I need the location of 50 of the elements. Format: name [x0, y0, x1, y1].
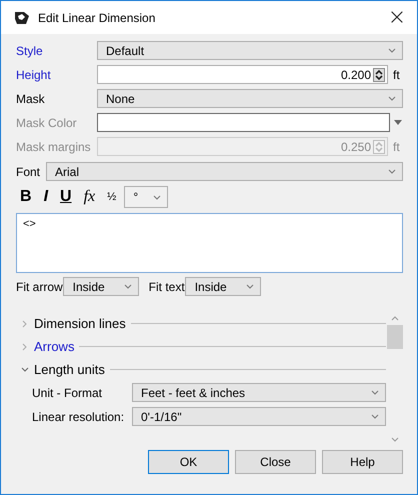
field-label: Font: [16, 164, 40, 178]
section-header[interactable]: Arrows: [34, 339, 74, 354]
caret-icon: [388, 96, 396, 101]
dropdown[interactable]: 0'-1/16": [132, 407, 386, 426]
unit-label: ft: [393, 68, 401, 82]
fraction-button[interactable]: ½: [103, 186, 120, 208]
font-dropdown[interactable]: Arial: [46, 162, 403, 181]
caret-icon: [124, 284, 132, 289]
field-label: Mask: [16, 92, 46, 106]
scroll-down-icon[interactable]: [390, 437, 398, 442]
function-button[interactable]: fx: [80, 186, 100, 208]
field-label: Linear resolution:: [32, 410, 126, 424]
close-button[interactable]: ×: [377, 1, 417, 34]
caret-icon: [246, 284, 254, 289]
section-header[interactable]: Dimension lines: [34, 316, 126, 331]
bold-button[interactable]: B: [16, 186, 36, 208]
dialog-button[interactable]: OK: [148, 450, 229, 474]
italic-button[interactable]: I: [40, 186, 52, 208]
unit-label: ft: [393, 140, 401, 154]
caret-icon: [388, 169, 396, 174]
field-label: Fit text: [148, 280, 185, 294]
field-label: Unit - Format: [32, 386, 104, 400]
chevron-icon[interactable]: [21, 366, 29, 374]
field-label: Mask margins: [16, 140, 92, 154]
field-label: Style: [16, 44, 44, 58]
spinner-icon[interactable]: [373, 68, 385, 82]
field-label: Fit arrow: [16, 280, 63, 294]
dropdown[interactable]: Inside: [184, 277, 261, 296]
caret-icon: [371, 414, 379, 419]
symbol-dropdown[interactable]: °: [124, 186, 168, 208]
app-icon: [14, 10, 30, 26]
dialog-button[interactable]: Close: [235, 450, 316, 474]
text-area[interactable]: <>: [16, 213, 403, 273]
dropdown[interactable]: Inside: [62, 277, 139, 296]
caret-icon: [371, 390, 379, 395]
field-label: Mask Color: [16, 116, 78, 130]
dropdown[interactable]: None: [97, 89, 403, 108]
section-header[interactable]: Length units: [34, 362, 105, 377]
number-field[interactable]: 0.200: [97, 65, 388, 84]
caret-icon: [388, 48, 396, 53]
dropdown[interactable]: Feet - feet & inches: [132, 383, 386, 402]
scroll-up-icon[interactable]: [390, 316, 398, 321]
dialog-button[interactable]: Help: [322, 450, 403, 474]
dropdown-arrow-icon[interactable]: [394, 120, 402, 125]
dropdown[interactable]: Default: [97, 41, 403, 60]
scroll-thumb[interactable]: [386, 325, 402, 349]
underline-button[interactable]: U: [56, 186, 76, 208]
window-title: Edit Linear Dimension: [38, 10, 156, 24]
caret-icon: [153, 194, 162, 200]
field-label: Height: [16, 68, 52, 82]
